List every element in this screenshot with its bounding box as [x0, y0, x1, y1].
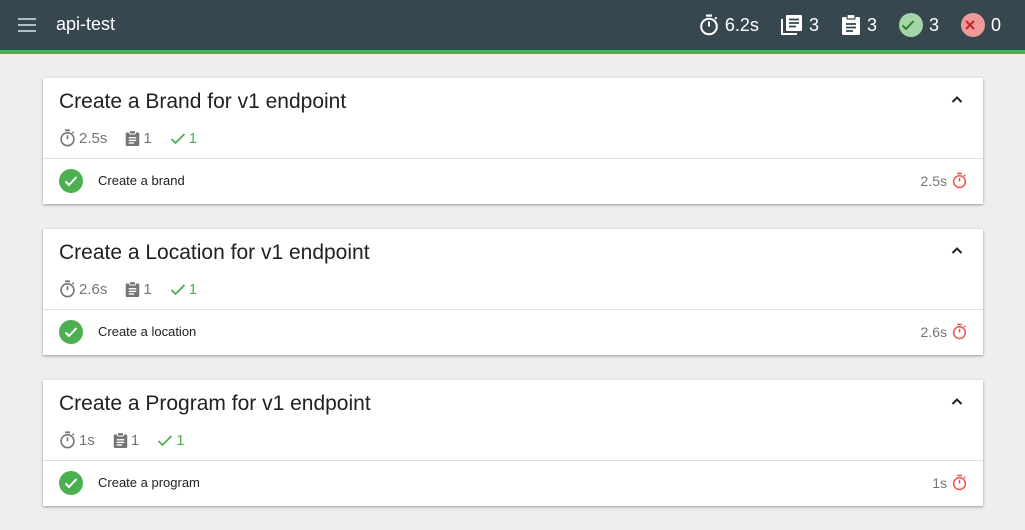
- chevron-up-icon[interactable]: [949, 92, 965, 108]
- test-name: Create a location: [98, 324, 197, 339]
- app-title: api-test: [56, 14, 116, 34]
- assignment-icon: [126, 129, 140, 146]
- stopwatch-icon: [60, 431, 75, 449]
- stopwatch-icon: [700, 14, 718, 36]
- suite-title: Create a Location for v1 endpoint: [59, 241, 370, 264]
- failed-count: 0: [990, 14, 1001, 35]
- suite-tests-count: 1: [143, 129, 152, 147]
- passed-check-icon: [59, 471, 83, 495]
- stopwatch-icon: [60, 129, 75, 147]
- menu-icon[interactable]: [18, 18, 38, 32]
- total-duration-value: 6.2s: [724, 14, 759, 35]
- suite-tests-count: 1: [130, 431, 140, 449]
- assignment-icon: [841, 14, 860, 35]
- test-row[interactable]: Create a program 1s: [43, 461, 983, 506]
- suite-duration-value: 2.6s: [79, 280, 108, 298]
- suite-tests: 1: [125, 280, 152, 298]
- summary-stats: 6.2s 3 3 3 0: [677, 11, 1001, 39]
- suite-passed-count: 1: [176, 431, 185, 449]
- suite-title: Create a Program for v1 endpoint: [59, 392, 371, 415]
- stopwatch-icon: [60, 280, 75, 298]
- suite-stats: 1s 1 1: [59, 431, 203, 449]
- check-icon: [170, 132, 185, 144]
- suite-card: Create a Location for v1 endpoint 2.6s 1…: [43, 229, 983, 355]
- suite-card: Create a Program for v1 endpoint 1s 1 1 …: [43, 380, 983, 506]
- chevron-up-icon[interactable]: [949, 243, 965, 259]
- suite-card: Create a Brand for v1 endpoint 2.5s 1 1 …: [43, 78, 983, 204]
- progress-line: [0, 50, 1025, 54]
- suite-tests-count: 1: [143, 280, 152, 298]
- chevron-up-icon[interactable]: [949, 394, 965, 410]
- suite-passed-count: 1: [188, 129, 198, 147]
- failed-stat[interactable]: 0: [960, 13, 1001, 37]
- suite-duration-value: 1s: [79, 431, 95, 449]
- passed-check-icon: [59, 320, 83, 344]
- assignment-icon: [113, 431, 128, 448]
- test-duration-value: 1s: [932, 474, 947, 491]
- failed-icon: [960, 13, 985, 37]
- passed-stat[interactable]: 3: [898, 13, 939, 37]
- suite-passed: 1: [157, 431, 185, 449]
- suites-count: 3: [808, 14, 819, 35]
- test-duration: 2.6s: [921, 323, 967, 340]
- slow-stopwatch-icon: [952, 474, 967, 491]
- test-row[interactable]: Create a location 2.6s: [43, 310, 983, 355]
- suite-title: Create a Brand for v1 endpoint: [59, 90, 347, 113]
- top-app-bar: api-test 6.2s 3 3 3 0: [0, 0, 1025, 50]
- slow-stopwatch-icon: [952, 172, 967, 189]
- suite-duration: 2.6s: [59, 280, 107, 298]
- suite-passed-count: 1: [188, 280, 198, 298]
- suite-passed: 1: [170, 130, 197, 147]
- suite-header[interactable]: Create a Brand for v1 endpoint 2.5s 1 1: [43, 78, 983, 159]
- test-row[interactable]: Create a brand 2.5s: [43, 159, 983, 204]
- suite-header[interactable]: Create a Program for v1 endpoint 1s 1 1: [43, 380, 983, 461]
- passed-icon: [898, 13, 923, 37]
- check-icon: [158, 434, 173, 446]
- suite-duration-value: 2.5s: [79, 129, 108, 147]
- slow-stopwatch-icon: [952, 323, 967, 340]
- passed-count: 3: [928, 14, 939, 35]
- check-icon: [170, 283, 185, 295]
- test-name: Create a brand: [98, 173, 185, 188]
- suite-stats: 2.6s 1 1: [59, 280, 215, 298]
- passed-check-icon: [59, 169, 83, 193]
- library-books-icon: [780, 15, 802, 35]
- suite-duration: 1s: [59, 431, 95, 449]
- total-duration-stat[interactable]: 6.2s: [699, 14, 759, 36]
- test-duration-value: 2.6s: [920, 323, 947, 340]
- tests-stat[interactable]: 3: [841, 14, 877, 36]
- test-duration-value: 2.5s: [920, 172, 947, 189]
- test-duration: 1s: [932, 474, 967, 491]
- suite-duration: 2.5s: [59, 129, 107, 147]
- test-duration: 2.5s: [921, 172, 967, 189]
- suite-tests: 1: [113, 432, 139, 449]
- tests-count: 3: [866, 14, 877, 35]
- suite-header[interactable]: Create a Location for v1 endpoint 2.6s 1…: [43, 229, 983, 310]
- suite-tests: 1: [125, 129, 152, 147]
- suite-passed: 1: [170, 281, 197, 298]
- suites-stat[interactable]: 3: [780, 14, 819, 36]
- assignment-icon: [126, 280, 140, 297]
- test-name: Create a program: [98, 475, 200, 490]
- suite-stats: 2.5s 1 1: [59, 129, 215, 147]
